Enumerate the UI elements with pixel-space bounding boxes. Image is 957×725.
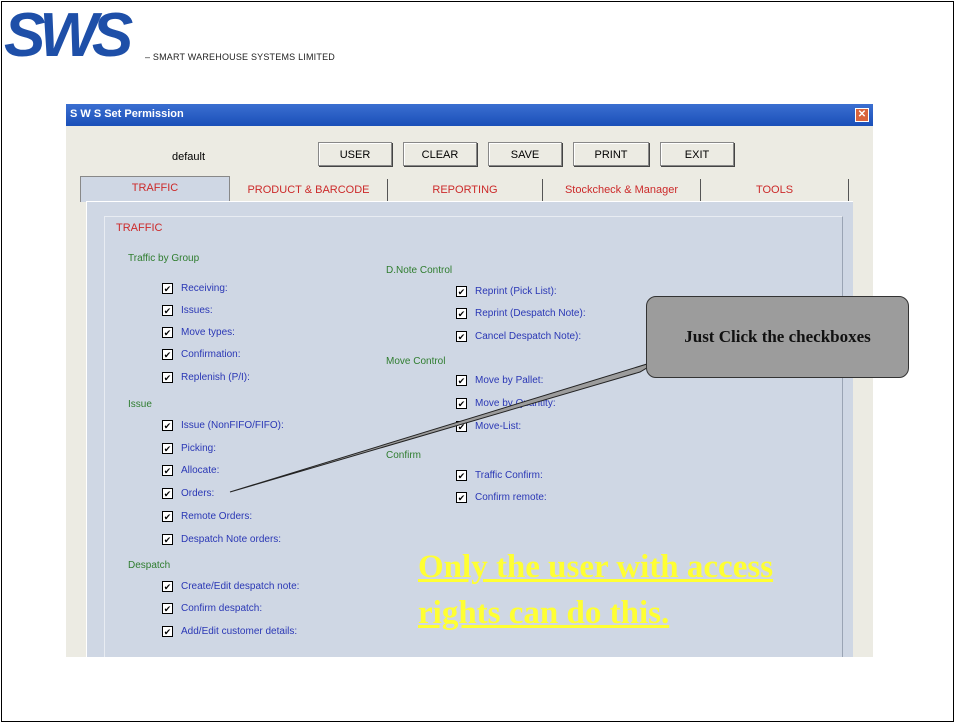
section-dnote-control: D.Note Control [386, 265, 453, 276]
user-button[interactable]: USER [318, 142, 392, 166]
checkbox-create-edit-despatch[interactable]: ✔ Create/Edit despatch note: [162, 581, 299, 592]
checkbox-label: Replenish (P/I): [181, 372, 250, 383]
checkbox-label: Create/Edit despatch note: [181, 581, 300, 592]
exit-button[interactable]: EXIT [660, 142, 734, 166]
checkbox-label: Move types: [181, 327, 235, 338]
checkbox-reprint-despatch-note[interactable]: ✔ Reprint (Despatch Note): [456, 308, 586, 319]
checkbox-label: Reprint (Despatch Note): [475, 308, 586, 319]
sws-logo: SWS [4, 2, 139, 66]
checkbox-label: Cancel Despatch Note): [475, 331, 582, 342]
tab-product-barcode[interactable]: PRODUCT & BARCODE [230, 179, 388, 201]
checkbox-label: Issue (NonFIFO/FIFO): [181, 420, 284, 431]
checkbox-box[interactable]: ✔ [456, 492, 467, 503]
checkbox-picking[interactable]: ✔ Picking: [162, 443, 216, 454]
checkbox-label: Move by Quantity: [475, 398, 556, 409]
checkbox-box[interactable]: ✔ [162, 626, 173, 637]
checkbox-confirm-remote[interactable]: ✔ Confirm remote: [456, 492, 547, 503]
save-button[interactable]: SAVE [488, 142, 562, 166]
checkbox-label: Orders: [181, 488, 215, 499]
checkbox-box[interactable]: ✔ [162, 420, 173, 431]
logo-text: SWS [4, 2, 133, 66]
checkbox-replenish[interactable]: ✔ Replenish (P/I): [162, 372, 250, 383]
checkbox-label: Despatch Note orders: [181, 534, 282, 545]
checkbox-customer-details[interactable]: ✔ Add/Edit customer details: [162, 626, 297, 637]
titlebar: S W S Set Permission ✕ [66, 104, 873, 126]
checkbox-box[interactable]: ✔ [456, 470, 467, 481]
checkbox-label: Add/Edit customer details: [181, 626, 298, 637]
checkbox-label: Confirmation: [181, 349, 241, 360]
close-icon[interactable]: ✕ [855, 108, 869, 122]
checkbox-cancel-despatch-note[interactable]: ✔ Cancel Despatch Note): [456, 331, 581, 342]
checkbox-box[interactable]: ✔ [162, 488, 173, 499]
checkbox-box[interactable]: ✔ [162, 603, 173, 614]
checkbox-label: Move by Pallet: [475, 375, 544, 386]
checkbox-box[interactable]: ✔ [456, 421, 467, 432]
checkbox-confirm-despatch[interactable]: ✔ Confirm despatch: [162, 603, 262, 614]
checkbox-label: Allocate: [181, 465, 220, 476]
checkbox-box[interactable]: ✔ [456, 398, 467, 409]
window-title: S W S Set Permission [70, 108, 184, 120]
checkbox-box[interactable]: ✔ [162, 372, 173, 383]
print-button[interactable]: PRINT [573, 142, 649, 166]
user-name-label: default [172, 151, 206, 163]
checkbox-box[interactable]: ✔ [456, 331, 467, 342]
access-note: Only the user with access rights can do … [418, 549, 774, 631]
checkbox-receiving[interactable]: ✔ Receiving: [162, 283, 228, 294]
checkbox-label: Move-List: [475, 421, 522, 432]
checkbox-label: Issues: [181, 305, 213, 316]
checkbox-box[interactable]: ✔ [456, 375, 467, 386]
checkbox-box[interactable]: ✔ [456, 286, 467, 297]
section-traffic-by-group: Traffic by Group [128, 253, 200, 264]
checkbox-box[interactable]: ✔ [162, 511, 173, 522]
tab-traffic[interactable]: TRAFFIC [80, 176, 230, 202]
section-issue: Issue [128, 399, 152, 410]
checkbox-label: Confirm despatch: [181, 603, 263, 614]
checkbox-box[interactable]: ✔ [162, 581, 173, 592]
checkbox-label: Remote Orders: [181, 511, 253, 522]
checkbox-move-list[interactable]: ✔ Move-List: [456, 421, 521, 432]
section-move-control: Move Control [386, 356, 446, 367]
section-confirm: Confirm [386, 450, 422, 461]
checkbox-move-types[interactable]: ✔ Move types: [162, 327, 235, 338]
checkbox-box[interactable]: ✔ [162, 443, 173, 454]
callout-box: Just Click the checkboxes [646, 296, 909, 378]
tab-stockcheck-manager[interactable]: Stockcheck & Manager [543, 179, 701, 201]
checkbox-box[interactable]: ✔ [162, 283, 173, 294]
tab-tools[interactable]: TOOLS [701, 179, 849, 201]
checkbox-issue-fifo[interactable]: ✔ Issue (NonFIFO/FIFO): [162, 420, 284, 431]
checkbox-box[interactable]: ✔ [162, 465, 173, 476]
checkbox-traffic-confirm[interactable]: ✔ Traffic Confirm: [456, 470, 543, 481]
checkbox-label: Traffic Confirm: [475, 470, 543, 481]
callout-text: Just Click the checkboxes [684, 327, 871, 346]
checkbox-box[interactable]: ✔ [162, 327, 173, 338]
checkbox-orders[interactable]: ✔ Orders: [162, 488, 214, 499]
clear-button[interactable]: CLEAR [403, 142, 477, 166]
checkbox-box[interactable]: ✔ [162, 534, 173, 545]
checkbox-label: Confirm remote: [475, 492, 547, 503]
group-title: TRAFFIC [114, 222, 165, 234]
checkbox-reprint-pick-list[interactable]: ✔ Reprint (Pick List): [456, 286, 557, 297]
checkbox-confirmation[interactable]: ✔ Confirmation: [162, 349, 240, 360]
checkbox-move-by-quantity[interactable]: ✔ Move by Quantity: [456, 398, 556, 409]
checkbox-box[interactable]: ✔ [162, 305, 173, 316]
checkbox-issues[interactable]: ✔ Issues: [162, 305, 213, 316]
section-despatch: Despatch [128, 560, 171, 571]
tab-reporting[interactable]: REPORTING [388, 179, 543, 201]
checkbox-despatch-note-orders[interactable]: ✔ Despatch Note orders: [162, 534, 281, 545]
checkbox-label: Picking: [181, 443, 217, 454]
checkbox-allocate[interactable]: ✔ Allocate: [162, 465, 219, 476]
checkbox-box[interactable]: ✔ [456, 308, 467, 319]
checkbox-label: Reprint (Pick List): [475, 286, 557, 297]
checkbox-remote-orders[interactable]: ✔ Remote Orders: [162, 511, 252, 522]
company-name: – SMART WAREHOUSE SYSTEMS LIMITED [145, 52, 335, 62]
checkbox-label: Receiving: [181, 283, 228, 294]
checkbox-move-by-pallet[interactable]: ✔ Move by Pallet: [456, 375, 543, 386]
checkbox-box[interactable]: ✔ [162, 349, 173, 360]
